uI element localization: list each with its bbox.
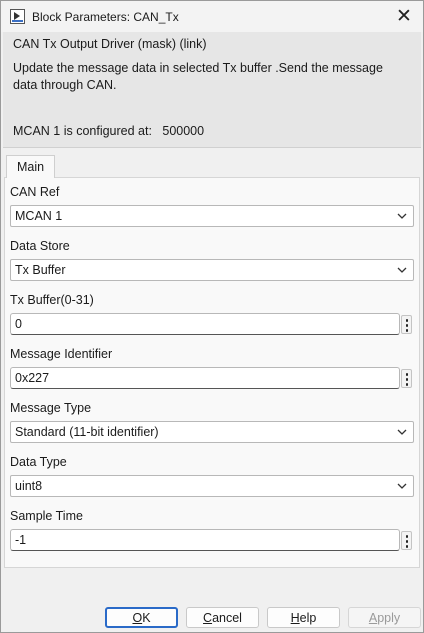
data-type-select[interactable]: uint8 <box>10 475 414 497</box>
can-ref-select[interactable]: MCAN 1 <box>10 205 414 227</box>
ok-button[interactable]: OK <box>105 607 178 628</box>
config-status: MCAN 1 is configured at: 500000 <box>13 124 204 138</box>
description-group: CAN Tx Output Driver (mask) (link) Updat… <box>3 32 421 148</box>
message-identifier-label: Message Identifier <box>10 347 113 361</box>
can-ref-value: MCAN 1 <box>15 209 63 223</box>
apply-button-label: pply <box>377 610 401 625</box>
dialog-window: Block Parameters: CAN_Tx ✕ CAN Tx Output… <box>0 0 424 633</box>
mask-title: CAN Tx Output Driver (mask) (link) <box>13 37 207 51</box>
block-parameters-icon <box>10 9 25 24</box>
ok-button-label: K <box>142 610 151 625</box>
data-store-select[interactable]: Tx Buffer <box>10 259 414 281</box>
data-store-label: Data Store <box>10 239 70 253</box>
sample-time-input[interactable]: -1 <box>10 529 400 551</box>
mask-description: Update the message data in selected Tx b… <box>13 61 383 92</box>
tx-buffer-input[interactable]: 0 <box>10 313 400 335</box>
chevron-down-icon <box>397 483 407 489</box>
cancel-button[interactable]: Cancel <box>186 607 259 628</box>
chevron-down-icon <box>397 213 407 219</box>
help-button[interactable]: Help <box>267 607 340 628</box>
kebab-menu-icon[interactable] <box>401 531 412 550</box>
cancel-button-mnemonic: C <box>203 610 213 625</box>
help-button-label: elp <box>299 610 317 625</box>
chevron-down-icon <box>397 267 407 273</box>
kebab-menu-icon[interactable] <box>401 315 412 334</box>
apply-button-mnemonic: A <box>368 610 378 625</box>
message-identifier-input[interactable]: 0x227 <box>10 367 400 389</box>
tx-buffer-label: Tx Buffer(0-31) <box>10 293 94 307</box>
tab-main[interactable]: Main <box>6 155 55 178</box>
sample-time-label: Sample Time <box>10 509 83 523</box>
sample-time-value: -1 <box>15 533 27 547</box>
data-type-label: Data Type <box>10 455 67 469</box>
window-title: Block Parameters: CAN_Tx <box>32 10 179 24</box>
title-bar: Block Parameters: CAN_Tx ✕ <box>1 1 423 32</box>
help-button-mnemonic: H <box>290 610 300 625</box>
close-icon[interactable]: ✕ <box>393 6 415 26</box>
message-identifier-value: 0x227 <box>15 371 50 385</box>
ok-button-mnemonic: O <box>132 610 143 625</box>
message-type-select[interactable]: Standard (11-bit identifier) <box>10 421 414 443</box>
config-label: MCAN 1 is configured at: <box>13 124 152 138</box>
config-value: 500000 <box>162 124 205 138</box>
tx-buffer-value: 0 <box>15 317 22 331</box>
apply-button[interactable]: Apply <box>348 607 421 628</box>
message-type-value: Standard (11-bit identifier) <box>15 425 159 439</box>
data-store-value: Tx Buffer <box>15 263 66 277</box>
cancel-button-label: ancel <box>212 610 242 625</box>
data-type-value: uint8 <box>15 479 43 493</box>
chevron-down-icon <box>397 429 407 435</box>
can-ref-label: CAN Ref <box>10 185 60 199</box>
message-type-label: Message Type <box>10 401 92 415</box>
kebab-menu-icon[interactable] <box>401 369 412 388</box>
